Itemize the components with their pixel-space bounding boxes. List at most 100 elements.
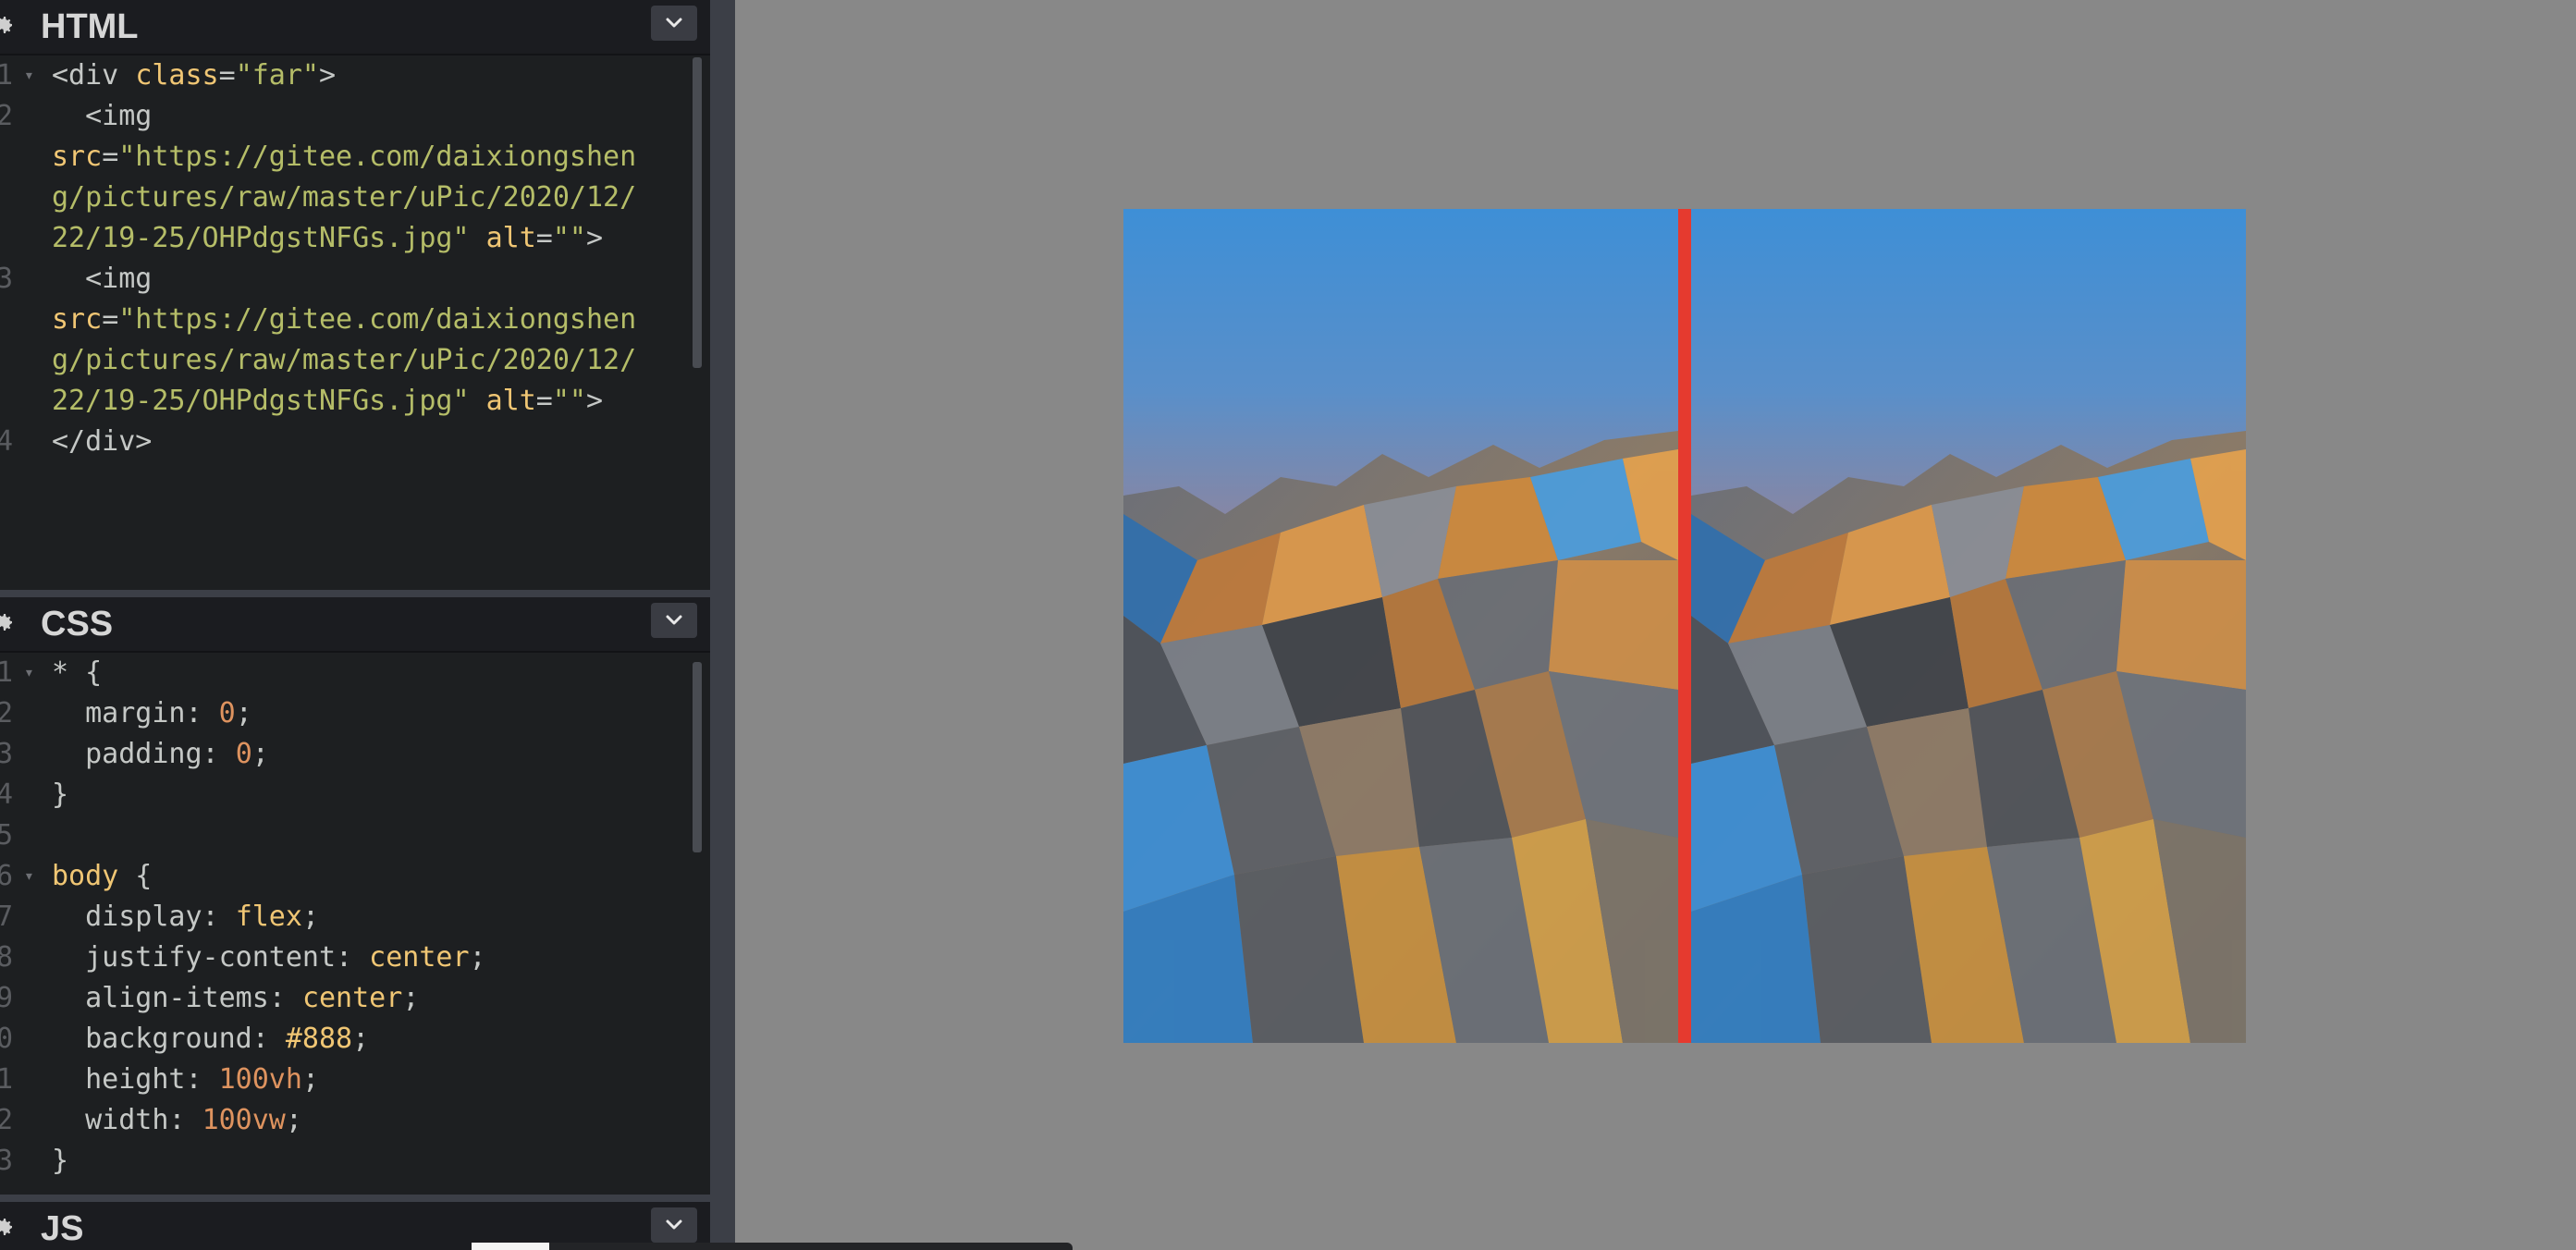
code-token: g/pictures/raw/master/uPic/2020/12/ (52, 181, 637, 214)
code-token: <div (52, 59, 136, 92)
css-code-editor[interactable]: 1 ▾ * {2 margin: 0; 3 padding: 0; 4} 5 6 ▾ body … (0, 653, 692, 1182)
code-line[interactable]: 2 width: 100vw; (0, 1100, 692, 1141)
code-line[interactable]: 4 </div> (0, 422, 692, 462)
code-text: align-items: center; (52, 978, 419, 1019)
code-line[interactable]: 1 ▾ * { (0, 653, 692, 693)
pane-resize-handle[interactable] (0, 1195, 710, 1202)
code-token: { (118, 860, 153, 892)
code-token: ; (235, 697, 252, 729)
chevron-down-icon (663, 1214, 685, 1236)
gear-icon[interactable] (0, 14, 15, 36)
code-token: = (218, 59, 236, 92)
code-token: = (102, 303, 119, 336)
bottom-console-tab[interactable] (472, 1243, 1073, 1250)
code-line[interactable]: 22/19-25/OHPdgstNFGs.jpg" alt=""> (0, 381, 692, 422)
code-token: "https://gitee.com/daixiongshen (118, 141, 637, 173)
fold-toggle-icon[interactable]: ▾ (24, 856, 34, 897)
html-collapse-button[interactable] (651, 6, 697, 41)
code-token: flex (235, 901, 302, 933)
code-token: ; (402, 982, 420, 1014)
js-collapse-button[interactable] (651, 1207, 697, 1243)
html-code-editor[interactable]: 1 ▾ <div class="far"> 2 <img src="https://gi… (0, 55, 692, 462)
code-token: ; (301, 1063, 319, 1096)
code-text: </div> (52, 422, 152, 462)
code-text: } (52, 775, 68, 815)
code-token: ; (251, 738, 269, 770)
code-token: = (535, 385, 553, 417)
gear-icon[interactable] (0, 1216, 15, 1238)
editor-column: HTML 1 ▾ <div class="far"> 2 <img src="https… (0, 0, 710, 1250)
bottom-tab-highlight (472, 1243, 549, 1250)
code-token: g/pictures/raw/master/uPic/2020/12/ (52, 344, 637, 376)
code-line[interactable]: 3} (0, 1141, 692, 1182)
fold-toggle-icon[interactable]: ▾ (24, 55, 34, 96)
code-text: padding: 0; (52, 734, 269, 775)
code-line[interactable]: g/pictures/raw/master/uPic/2020/12/ (0, 340, 692, 381)
code-line[interactable]: 1 height: 100vh; (0, 1060, 692, 1100)
code-text: 22/19-25/OHPdgstNFGs.jpg" alt=""> (52, 218, 603, 259)
code-token: justify-content: (52, 941, 370, 974)
code-line[interactable]: 5 (0, 815, 692, 856)
code-text: height: 100vh; (52, 1060, 319, 1100)
code-token: #888 (285, 1023, 353, 1055)
line-number: 4 (0, 778, 14, 811)
code-text: * { (52, 653, 102, 693)
foil-image-left (1123, 209, 1678, 1043)
css-pane-title: CSS (41, 605, 114, 643)
code-token: class (135, 59, 219, 92)
html-pane-header: HTML (0, 0, 710, 55)
code-token: > (319, 59, 337, 92)
gear-icon[interactable] (0, 611, 15, 633)
code-line[interactable]: 6 ▾ body { (0, 856, 692, 897)
js-pane-title: JS (41, 1209, 84, 1248)
line-number: 1 (0, 59, 14, 92)
code-line[interactable]: 0 background: #888; (0, 1019, 692, 1060)
code-text: <img (52, 96, 152, 137)
code-line[interactable]: src="https://gitee.com/daixiongshen (0, 137, 692, 178)
code-line[interactable]: 3 <img (0, 259, 692, 300)
css-collapse-button[interactable] (651, 603, 697, 638)
line-number: 9 (0, 982, 14, 1014)
line-number: 3 (0, 263, 14, 295)
code-line[interactable]: src="https://gitee.com/daixiongshen (0, 300, 692, 340)
code-line[interactable]: 2 margin: 0; (0, 693, 692, 734)
code-token: 0 (235, 738, 252, 770)
code-token: src (52, 303, 103, 336)
code-token: 22/19-25/OHPdgstNFGs.jpg" (52, 385, 470, 417)
css-scrollbar[interactable] (693, 662, 702, 852)
code-token: 100vh (218, 1063, 302, 1096)
code-line[interactable]: 4} (0, 775, 692, 815)
code-token: width: (52, 1104, 202, 1136)
foil-image-right (1691, 209, 2246, 1043)
code-text: width: 100vw; (52, 1100, 302, 1141)
html-scrollbar[interactable] (693, 57, 702, 368)
code-token: "" (552, 385, 586, 417)
code-token: height: (52, 1063, 219, 1096)
pane-resize-handle[interactable] (0, 590, 710, 597)
code-line[interactable]: 8 justify-content: center; (0, 938, 692, 978)
column-resize-handle[interactable] (710, 0, 735, 1250)
fold-toggle-icon[interactable]: ▾ (24, 653, 34, 693)
code-line[interactable]: 22/19-25/OHPdgstNFGs.jpg" alt=""> (0, 218, 692, 259)
line-number: 4 (0, 425, 14, 458)
chevron-down-icon (663, 12, 685, 34)
code-text: <div class="far"> (52, 55, 336, 96)
code-line[interactable]: 3 padding: 0; (0, 734, 692, 775)
far-container (1123, 209, 2246, 1043)
code-text: src="https://gitee.com/daixiongshen (52, 300, 636, 340)
code-token: > (585, 385, 604, 417)
code-line[interactable]: 2 <img (0, 96, 692, 137)
code-token: padding: (52, 738, 236, 770)
code-line[interactable]: 9 align-items: center; (0, 978, 692, 1019)
line-number: 3 (0, 738, 14, 770)
red-divider (1678, 209, 1691, 1043)
code-line[interactable]: g/pictures/raw/master/uPic/2020/12/ (0, 178, 692, 218)
code-line[interactable]: 1 ▾ <div class="far"> (0, 55, 692, 96)
code-token: alt (485, 222, 536, 254)
code-token: ; (352, 1023, 370, 1055)
code-line[interactable]: 7 display: flex; (0, 897, 692, 938)
result-preview (735, 0, 2576, 1250)
html-editor-pane: HTML 1 ▾ <div class="far"> 2 <img src="https… (0, 0, 710, 592)
code-text: src="https://gitee.com/daixiongshen (52, 137, 636, 178)
line-number: 6 (0, 860, 14, 892)
